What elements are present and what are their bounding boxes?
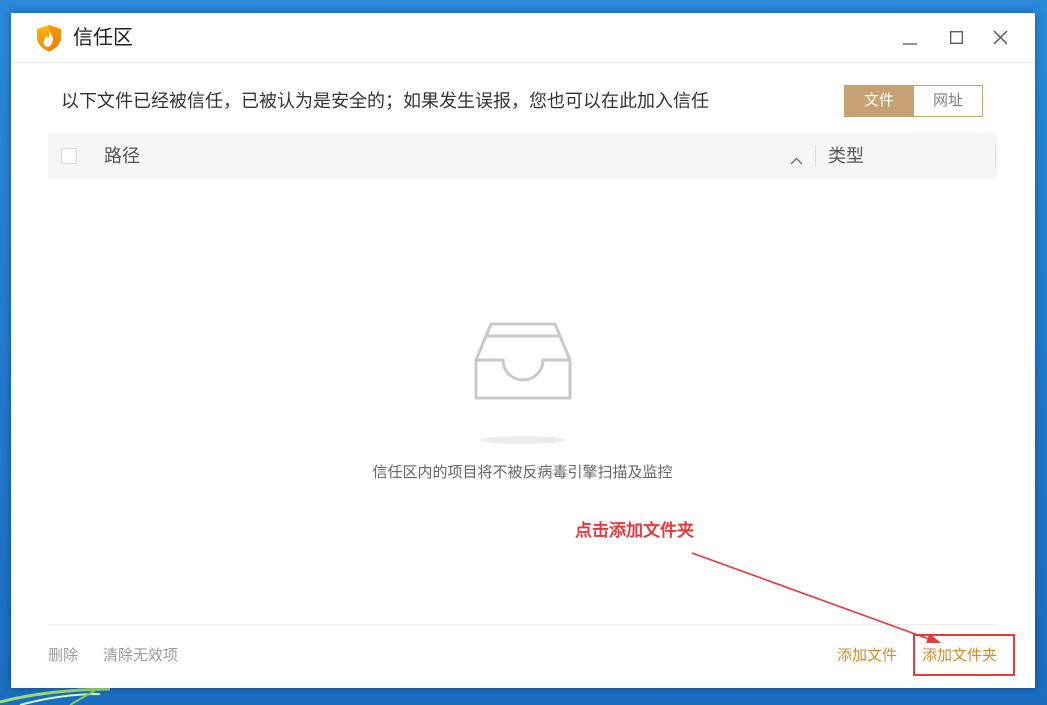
close-icon (993, 30, 1008, 45)
clear-invalid-button[interactable]: 清除无效项 (103, 644, 178, 668)
maximize-button[interactable] (934, 13, 978, 62)
column-header-type[interactable]: 类型 (828, 133, 864, 179)
table-header: 路径 类型 (48, 133, 997, 179)
type-toggle: 文件 网址 (844, 85, 983, 117)
minimize-button[interactable] (888, 13, 932, 62)
maximize-icon (949, 31, 963, 44)
shield-flame-icon (36, 24, 62, 52)
description-text: 以下文件已经被信任，已被认为是安全的；如果发生误报，您也可以在此加入信任 (61, 91, 709, 111)
trust-zone-window: 信任区 以下文件已经被信任，已被认为是安全的；如果发生误报，您也可以在此加入信任… (11, 13, 1035, 688)
add-folder-button[interactable]: 添加文件夹 (922, 644, 997, 668)
column-header-path[interactable]: 路径 (104, 133, 140, 179)
delete-button[interactable]: 删除 (48, 644, 78, 668)
add-file-button[interactable]: 添加文件 (837, 644, 897, 668)
column-divider[interactable] (995, 145, 996, 167)
window-title: 信任区 (73, 27, 133, 49)
toggle-files[interactable]: 文件 (844, 85, 914, 117)
inbox-icon (474, 322, 572, 400)
chevron-up-icon[interactable] (790, 152, 803, 165)
inbox-shadow (480, 436, 565, 444)
select-all-checkbox[interactable] (61, 148, 77, 164)
minimize-icon (902, 30, 918, 46)
title-bar[interactable]: 信任区 (11, 13, 1035, 63)
close-button[interactable] (978, 13, 1022, 62)
footer-divider (48, 624, 997, 625)
empty-state-message: 信任区内的项目将不被反病毒引擎扫描及监控 (372, 464, 673, 481)
column-divider[interactable] (815, 145, 816, 167)
toggle-urls[interactable]: 网址 (914, 85, 983, 117)
annotation-text: 点击添加文件夹 (575, 521, 694, 540)
table-body: 信任区内的项目将不被反病毒引擎扫描及监控 (48, 179, 997, 624)
